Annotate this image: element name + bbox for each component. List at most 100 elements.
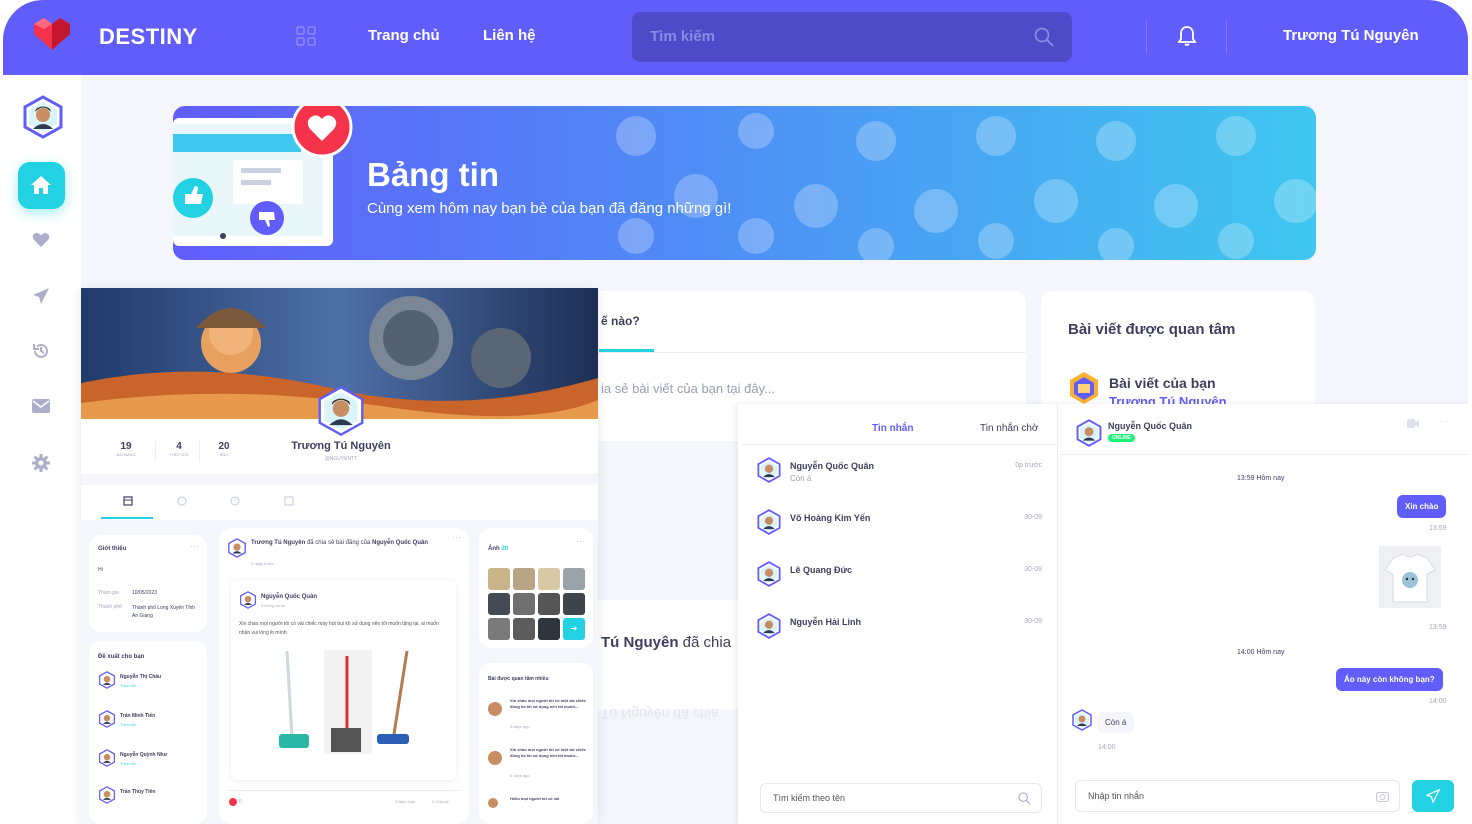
- divider: [1059, 454, 1468, 455]
- notification-bell-icon[interactable]: [1177, 25, 1197, 47]
- avatar[interactable]: [21, 95, 65, 139]
- divider: [199, 441, 200, 461]
- photos-card: Ảnh 20 ··· ➜: [479, 528, 593, 648]
- post-author[interactable]: Trương Tú Nguyên: [251, 540, 305, 546]
- chat-contact[interactable]: Lê Quang Đức 30-09: [756, 561, 1046, 601]
- search-icon[interactable]: [1034, 27, 1054, 47]
- stat-posts: 19 BÀI ĐĂNG: [113, 441, 139, 457]
- photo-thumb[interactable]: [488, 593, 510, 615]
- post-time: 3 ngày trước: [251, 561, 274, 566]
- user-name[interactable]: Trương Tú Nguyên: [1283, 27, 1419, 44]
- search-icon[interactable]: [1018, 792, 1031, 805]
- nav-home-link[interactable]: Trang chủ: [368, 27, 440, 44]
- post-snippet-reflection: Tú Nguyên đã chia: [601, 706, 719, 722]
- more-icon[interactable]: ···: [576, 536, 585, 546]
- chat-contact[interactable]: Võ Hoàng Kim Yến 30-09: [756, 509, 1046, 549]
- suggest-item[interactable]: Nguyễn Thị Châu Theo dõi: [98, 671, 198, 711]
- suggest-name: Trần Minh Tiến: [120, 713, 156, 719]
- chat-contact[interactable]: Nguyễn Hải Linh 30-09: [756, 613, 1046, 653]
- mop-photos: [259, 646, 429, 758]
- follow-link[interactable]: Theo dõi: [120, 683, 136, 688]
- sidebar-item-home[interactable]: [18, 162, 65, 209]
- photo-thumb[interactable]: [513, 618, 535, 640]
- tab-timeline-icon[interactable]: [123, 496, 133, 506]
- mail-icon[interactable]: [32, 399, 50, 413]
- search-placeholder: Tìm kiếm: [650, 28, 716, 45]
- avatar: [1072, 709, 1092, 731]
- suggest-name: Nguyễn Thị Châu: [120, 674, 162, 680]
- logo-icon[interactable]: [31, 16, 73, 52]
- follow-link[interactable]: Theo dõi: [120, 722, 136, 727]
- suggest-name: Nguyễn Quỳnh Như: [120, 752, 168, 758]
- contact-name: Lê Quang Đức: [790, 565, 853, 575]
- suggest-item[interactable]: Trần Thùy Tiên: [98, 786, 198, 806]
- top-bar: DESTINY Trang chủ Liên hệ Tìm kiếm Trươn…: [3, 0, 1468, 75]
- composer-input[interactable]: ia sẻ bài viết của bạn tại đây...: [601, 381, 775, 396]
- conversation: Nguyễn Quốc Quân ONLINE ··· 13:59 Hôm na…: [1059, 404, 1468, 824]
- composer-question[interactable]: ế nào?: [601, 314, 640, 328]
- more-photos-button[interactable]: ➜: [563, 618, 585, 640]
- camera-icon[interactable]: [1376, 790, 1389, 802]
- contact-name: Võ Hoàng Kim Yến: [790, 513, 871, 523]
- video-call-icon[interactable]: [1407, 419, 1419, 428]
- post-shares[interactable]: 0 Chia sẻ: [432, 799, 449, 804]
- post-comments[interactable]: 3 Bình luận: [395, 799, 415, 804]
- avatar[interactable]: [227, 538, 247, 558]
- tab-photos-icon[interactable]: [284, 496, 294, 506]
- divider: [742, 444, 1058, 445]
- photo-thumb[interactable]: [513, 568, 535, 590]
- send-button[interactable]: [1412, 780, 1454, 812]
- avatar: [757, 561, 781, 587]
- day-separator: 14:00 Hôm nay: [1237, 649, 1285, 656]
- post-target[interactable]: Nguyễn Quốc Quân: [372, 540, 428, 546]
- interest-title: Bài viết được quan tâm: [1068, 321, 1236, 338]
- more-options-icon[interactable]: ···: [1439, 416, 1449, 427]
- photos-label: Ảnh: [488, 546, 500, 552]
- photo-thumb[interactable]: [513, 593, 535, 615]
- more-icon[interactable]: ···: [452, 532, 461, 542]
- badge-icon: [1070, 372, 1098, 404]
- profile-tabs: [81, 485, 598, 520]
- popular-item[interactable]: Xin chào mọi người tôi có một vài chiếc …: [488, 747, 588, 787]
- contact-search-input[interactable]: Tìm kiếm theo tên: [760, 783, 1042, 813]
- photo-thumb[interactable]: [538, 618, 560, 640]
- photo-thumb[interactable]: [488, 618, 510, 640]
- avatar: [488, 798, 498, 808]
- tab-messages[interactable]: Tin nhắn: [872, 423, 913, 434]
- interest-item-title[interactable]: Bài viết của bạn: [1109, 375, 1216, 391]
- popular-item[interactable]: Xin chào mọi người tôi có một vài chiếc …: [488, 698, 588, 738]
- profile-avatar[interactable]: [315, 385, 367, 437]
- suggest-item[interactable]: Nguyễn Quỳnh Như Theo dõi: [98, 749, 198, 789]
- message-input[interactable]: Nhập tin nhắn: [1075, 780, 1400, 812]
- chat-contact[interactable]: Nguyễn Quốc Quân Còn á 0p trước: [756, 457, 1046, 497]
- sent-message: Xin chào: [1397, 495, 1447, 518]
- history-icon[interactable]: [32, 342, 50, 360]
- photo-thumb[interactable]: [563, 593, 585, 615]
- suggest-item[interactable]: Trần Minh Tiến Theo dõi: [98, 710, 198, 750]
- tab-friends-icon[interactable]: [230, 496, 240, 506]
- search-input[interactable]: Tìm kiếm: [632, 12, 1072, 62]
- tab-pending-messages[interactable]: Tin nhắn chờ: [980, 423, 1038, 434]
- tab-about-icon[interactable]: [177, 496, 187, 506]
- post-header: Trương Tú Nguyên đã chia sẻ bài đăng của…: [251, 539, 431, 548]
- nav-contact-link[interactable]: Liên hệ: [483, 27, 536, 44]
- about-joined: 10/05/2023: [132, 590, 158, 596]
- heart-icon[interactable]: [32, 232, 50, 248]
- send-icon[interactable]: [32, 287, 50, 305]
- avatar[interactable]: [1075, 419, 1103, 447]
- gear-icon[interactable]: [32, 454, 50, 472]
- photo-thumb[interactable]: [538, 593, 560, 615]
- photo-thumb[interactable]: [488, 568, 510, 590]
- photo-thumb[interactable]: [563, 568, 585, 590]
- menu-grid-icon[interactable]: [296, 26, 316, 46]
- interest-card: Bài viết được quan tâm Bài viết của bạn …: [1041, 291, 1315, 411]
- popular-item[interactable]: Hello mọi người tôi có vài: [488, 796, 588, 816]
- shirt-image[interactable]: [1379, 546, 1441, 608]
- brand-name[interactable]: DESTINY: [99, 24, 198, 50]
- follow-link[interactable]: Theo dõi: [120, 761, 136, 766]
- about-joined-label: Tham gia: [98, 590, 119, 596]
- like-icon[interactable]: [229, 798, 237, 806]
- shared-post[interactable]: Nguyễn Quốc Quân 3 tháng trước Xin chào …: [231, 580, 456, 780]
- photo-thumb[interactable]: [538, 568, 560, 590]
- more-icon[interactable]: ···: [190, 541, 199, 551]
